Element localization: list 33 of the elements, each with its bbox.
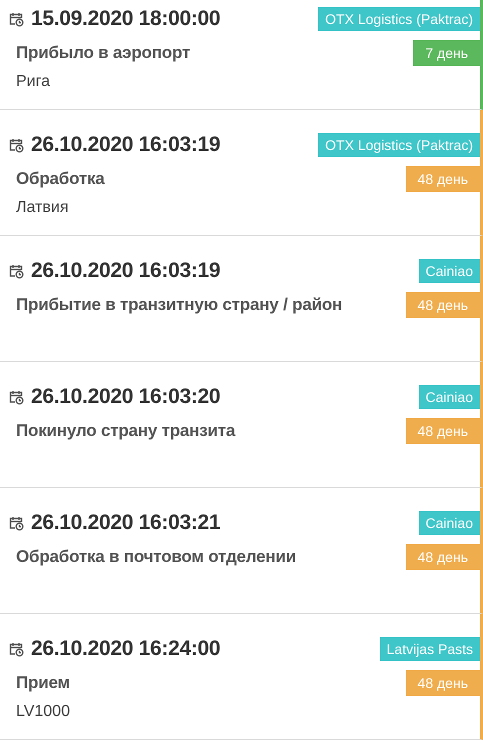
calendar-clock-icon xyxy=(8,641,24,657)
carrier-badge: Cainiao xyxy=(418,385,480,409)
calendar-clock-icon xyxy=(8,137,24,153)
calendar-clock-icon xyxy=(8,263,24,279)
event-status: Прибытие в транзитную страну / район xyxy=(16,295,342,315)
event-datetime: 26.10.2020 16:03:19 xyxy=(31,133,220,157)
carrier-badge: OTX Logistics (Paktrac) xyxy=(318,133,480,157)
carrier-badge: Cainiao xyxy=(418,259,480,283)
event-location: Рига xyxy=(15,73,51,91)
days-badge: 48 день xyxy=(406,418,480,444)
event-datetime: 26.10.2020 16:03:19 xyxy=(31,259,220,283)
carrier-badge: OTX Logistics (Paktrac) xyxy=(318,7,480,31)
days-badge: 48 день xyxy=(406,670,480,696)
event-datetime: 26.10.2020 16:03:20 xyxy=(31,385,220,409)
event-location: LV1000 xyxy=(15,703,71,721)
event-datetime: 26.10.2020 16:03:21 xyxy=(31,511,220,535)
event-status: Прием xyxy=(16,673,70,693)
event-datetime: 26.10.2020 16:24:00 xyxy=(31,637,220,661)
event-status: Обработка xyxy=(16,169,105,189)
days-badge: 7 день xyxy=(413,40,480,66)
event-location: Латвия xyxy=(15,199,70,217)
carrier-badge: Cainiao xyxy=(418,511,480,535)
calendar-clock-icon xyxy=(8,389,24,405)
days-badge: 48 день xyxy=(406,166,480,192)
event-status: Прибыло в аэропорт xyxy=(16,43,190,63)
days-badge: 48 день xyxy=(406,292,480,318)
event-status: Покинуло страну транзита xyxy=(16,421,236,441)
days-badge: 48 день xyxy=(406,544,480,570)
carrier-badge: Latvijas Pasts xyxy=(380,637,480,661)
calendar-clock-icon xyxy=(8,515,24,531)
calendar-clock-icon xyxy=(8,11,24,27)
event-status: Обработка в почтовом отделении xyxy=(16,547,296,567)
event-datetime: 15.09.2020 18:00:00 xyxy=(31,7,220,31)
